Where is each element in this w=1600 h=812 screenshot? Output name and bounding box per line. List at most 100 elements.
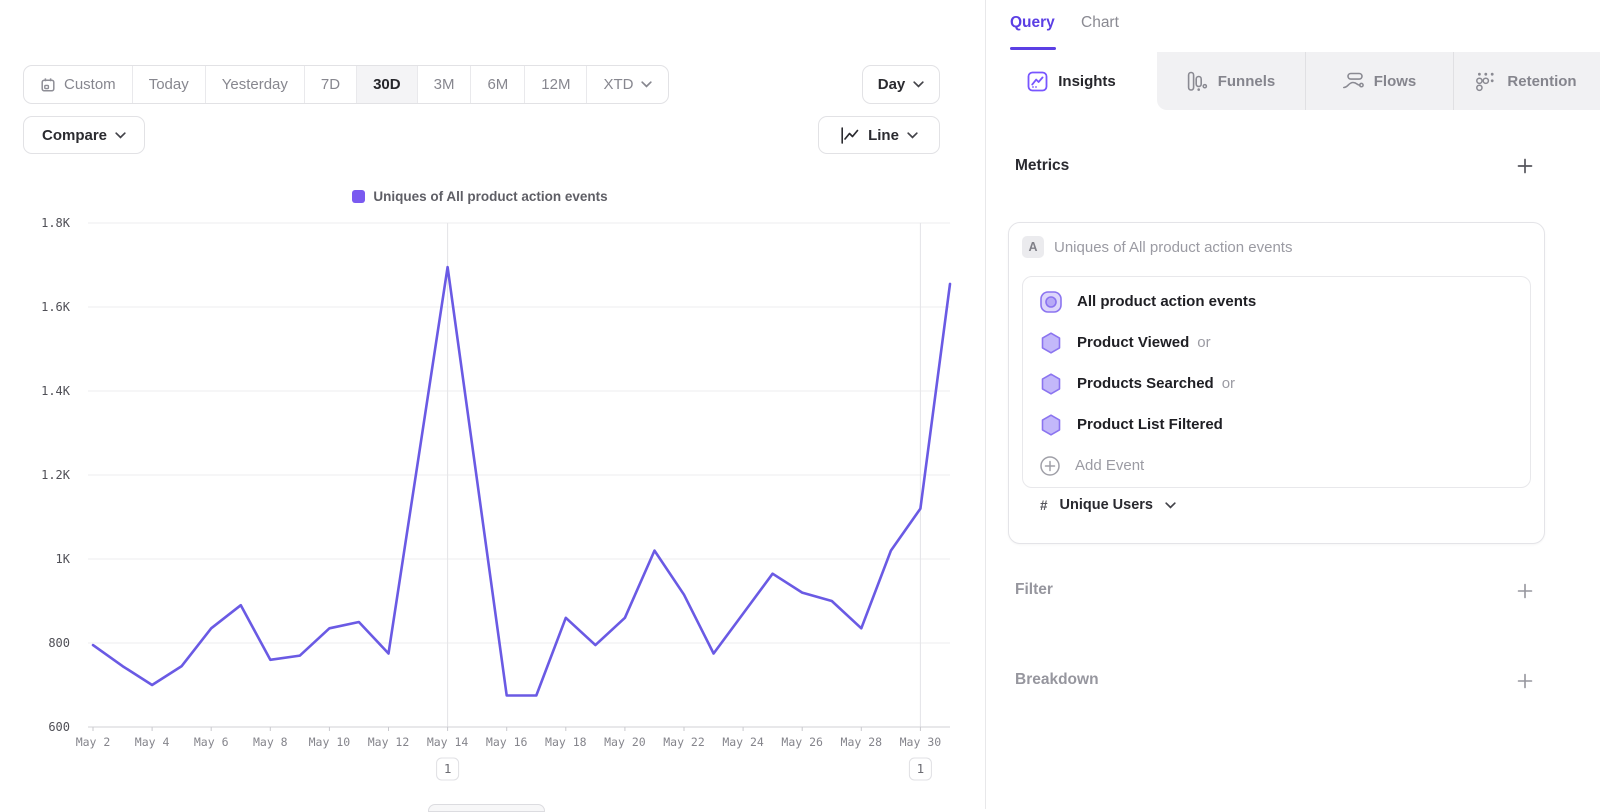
metrics-heading: Metrics bbox=[1015, 157, 1069, 175]
series-title: Uniques of All product action events bbox=[1054, 239, 1292, 256]
x-axis-label: May 12 bbox=[368, 735, 410, 749]
x-axis-label: May 20 bbox=[604, 735, 646, 749]
chart-type-label: Line bbox=[868, 127, 899, 144]
y-axis-label: 1.4K bbox=[41, 384, 71, 398]
cutoff-bottom-element bbox=[428, 804, 545, 812]
event-label: Products Searched bbox=[1077, 375, 1214, 392]
chevron-down-icon bbox=[641, 81, 652, 88]
compare-dropdown[interactable]: Compare bbox=[23, 116, 145, 154]
y-axis-label: 1K bbox=[56, 552, 71, 566]
y-axis-label: 1.8K bbox=[41, 216, 71, 230]
x-axis-label: May 14 bbox=[427, 735, 469, 749]
hexagon-event-icon bbox=[1039, 413, 1063, 437]
range-button-custom[interactable]: Custom bbox=[24, 66, 132, 103]
x-axis-label: May 16 bbox=[486, 735, 528, 749]
all-events-icon bbox=[1039, 290, 1063, 314]
event-label: All product action events bbox=[1077, 293, 1256, 310]
retention-icon bbox=[1476, 71, 1497, 92]
x-axis-label: May 10 bbox=[309, 735, 351, 749]
range-label: 7D bbox=[321, 76, 340, 93]
active-tab-underline bbox=[1010, 47, 1056, 50]
hexagon-event-icon bbox=[1039, 331, 1063, 355]
tab-chart[interactable]: Chart bbox=[1081, 14, 1119, 32]
event-label: Product Viewed bbox=[1077, 334, 1189, 351]
tab-flows[interactable]: Flows bbox=[1305, 52, 1453, 110]
tab-label: Retention bbox=[1507, 73, 1576, 90]
granularity-label: Day bbox=[878, 76, 906, 93]
x-axis-label: May 24 bbox=[722, 735, 764, 749]
tab-label: Funnels bbox=[1218, 73, 1276, 90]
breakdown-heading: Breakdown bbox=[1015, 671, 1099, 689]
chart-type-dropdown[interactable]: Line bbox=[818, 116, 940, 154]
event-suffix: or bbox=[1197, 334, 1210, 351]
x-axis-label: May 18 bbox=[545, 735, 587, 749]
chevron-down-icon bbox=[907, 132, 918, 139]
range-label: Yesterday bbox=[222, 76, 288, 93]
measurement-dropdown[interactable]: # Unique Users bbox=[1040, 497, 1176, 513]
tab-label: Insights bbox=[1058, 73, 1116, 90]
compare-label: Compare bbox=[42, 127, 107, 144]
event-list: All product action events Product Viewed… bbox=[1022, 276, 1531, 488]
series-badge: A bbox=[1022, 236, 1044, 258]
event-row-all-product-action-events[interactable]: All product action events bbox=[1023, 281, 1530, 322]
plus-icon bbox=[1517, 673, 1533, 689]
y-axis-label: 1.2K bbox=[41, 468, 71, 482]
line-chart-icon bbox=[840, 127, 860, 144]
flows-icon bbox=[1342, 71, 1364, 92]
chevron-down-icon bbox=[115, 132, 126, 139]
event-row-products-searched[interactable]: Products Searched or bbox=[1023, 363, 1530, 404]
add-metric-button[interactable] bbox=[1515, 156, 1535, 176]
range-button-30d[interactable]: 30D bbox=[356, 66, 417, 103]
x-axis-label: May 22 bbox=[663, 735, 705, 749]
granularity-dropdown[interactable]: Day bbox=[862, 65, 940, 104]
date-range-segmented-control: Custom Today Yesterday 7D 30D 3M 6M 12M … bbox=[23, 65, 669, 104]
range-button-7d[interactable]: 7D bbox=[304, 66, 356, 103]
range-label: Today bbox=[149, 76, 189, 93]
tab-label: Flows bbox=[1374, 73, 1417, 90]
chart-legend: Uniques of All product action events bbox=[40, 189, 920, 204]
event-row-product-viewed[interactable]: Product Viewed or bbox=[1023, 322, 1530, 363]
hash-icon: # bbox=[1040, 498, 1048, 513]
add-breakdown-button[interactable] bbox=[1515, 671, 1535, 691]
y-axis-label: 800 bbox=[48, 636, 70, 650]
annotation-marker-label: 1 bbox=[444, 761, 452, 776]
legend-label: Uniques of All product action events bbox=[373, 189, 607, 204]
x-axis-label: May 6 bbox=[194, 735, 229, 749]
range-button-12m[interactable]: 12M bbox=[524, 66, 586, 103]
range-button-xtd[interactable]: XTD bbox=[586, 66, 668, 103]
y-axis-label: 1.6K bbox=[41, 300, 71, 314]
insights-icon bbox=[1027, 71, 1048, 92]
hexagon-event-icon bbox=[1039, 372, 1063, 396]
filter-heading: Filter bbox=[1015, 581, 1053, 599]
legend-swatch bbox=[352, 190, 365, 203]
range-button-6m[interactable]: 6M bbox=[470, 66, 524, 103]
range-button-3m[interactable]: 3M bbox=[417, 66, 471, 103]
range-label: 30D bbox=[373, 76, 401, 93]
tab-query[interactable]: Query bbox=[1010, 14, 1055, 32]
chevron-down-icon bbox=[1165, 502, 1176, 509]
range-label: 3M bbox=[434, 76, 455, 93]
range-button-yesterday[interactable]: Yesterday bbox=[205, 66, 304, 103]
event-row-product-list-filtered[interactable]: Product List Filtered bbox=[1023, 404, 1530, 445]
annotation-marker-label: 1 bbox=[917, 761, 925, 776]
range-label: XTD bbox=[603, 76, 633, 93]
add-event-label: Add Event bbox=[1075, 457, 1144, 474]
event-suffix: or bbox=[1222, 375, 1235, 392]
x-axis-label: May 26 bbox=[781, 735, 823, 749]
range-label: Custom bbox=[64, 76, 116, 93]
tab-funnels[interactable]: Funnels bbox=[1157, 52, 1305, 110]
range-button-today[interactable]: Today bbox=[132, 66, 205, 103]
range-label: 6M bbox=[487, 76, 508, 93]
funnels-icon bbox=[1187, 71, 1208, 92]
plus-icon bbox=[1517, 583, 1533, 599]
measurement-label: Unique Users bbox=[1060, 497, 1153, 513]
add-event-button[interactable]: Add Event bbox=[1023, 445, 1530, 486]
calendar-icon bbox=[40, 77, 56, 93]
tab-insights[interactable]: Insights bbox=[986, 52, 1157, 110]
add-filter-button[interactable] bbox=[1515, 581, 1535, 601]
x-axis-label: May 28 bbox=[841, 735, 883, 749]
x-axis-label: May 4 bbox=[135, 735, 170, 749]
tab-retention[interactable]: Retention bbox=[1453, 52, 1600, 110]
range-label: 12M bbox=[541, 76, 570, 93]
x-axis-label: May 2 bbox=[76, 735, 111, 749]
